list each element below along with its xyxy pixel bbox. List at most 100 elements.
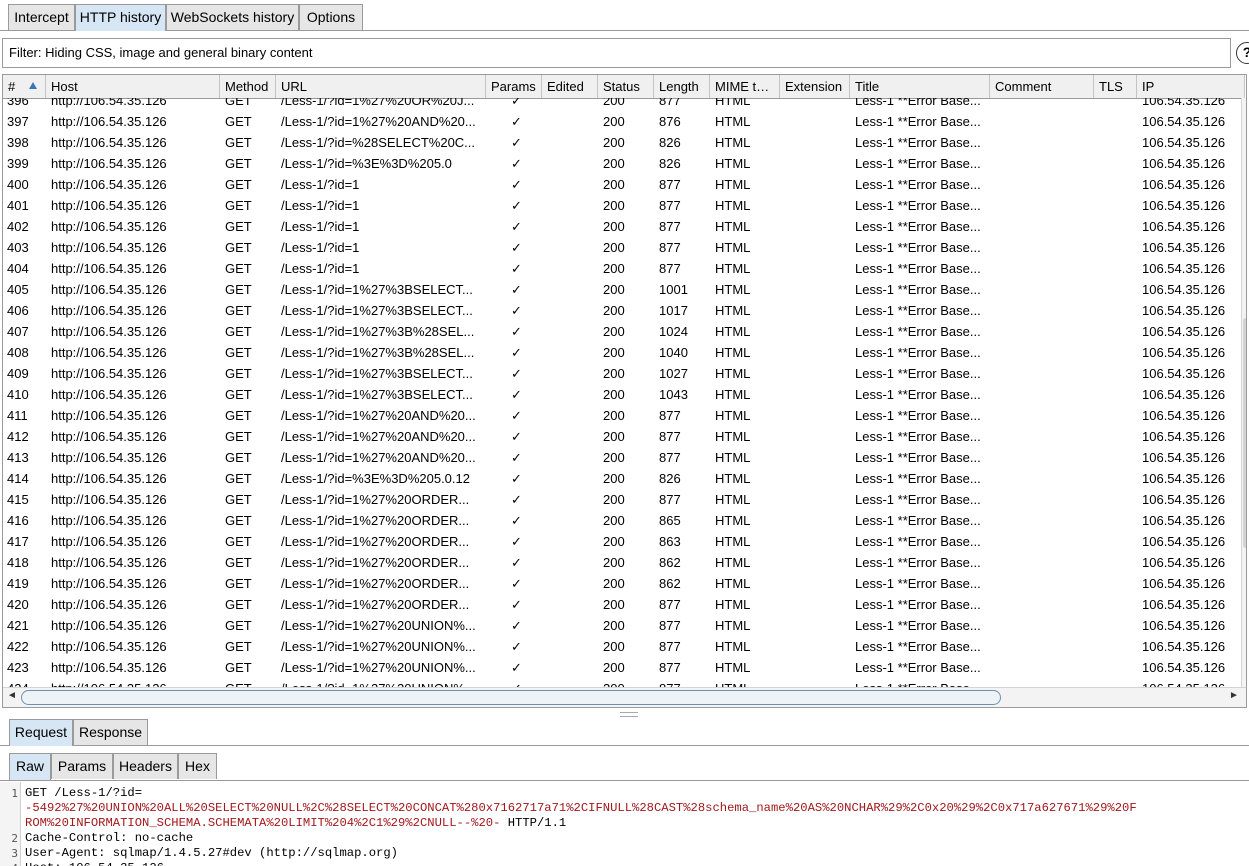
vertical-scroll-thumb[interactable] — [1243, 318, 1246, 548]
tab-params[interactable]: Params — [51, 753, 113, 779]
table-row[interactable]: 404 http://106.54.35.126 GET/Less-1/?id=1 ✓… — [3, 258, 1241, 279]
tab-http-history[interactable]: HTTP history — [75, 4, 166, 31]
cell-method: GET — [225, 387, 252, 402]
cell-tls — [1094, 98, 1137, 111]
horizontal-scroll-thumb[interactable] — [21, 690, 1001, 705]
column-header-status[interactable]: Status — [598, 75, 654, 98]
table-row[interactable]: 398 http://106.54.35.126 GET/Less-1/?id=%2… — [3, 132, 1241, 153]
cell-comment — [990, 678, 1094, 687]
filter-bar[interactable]: Filter: Hiding CSS, image and general bi… — [2, 38, 1231, 68]
tab-headers[interactable]: Headers — [113, 753, 178, 779]
scroll-right-icon[interactable]: ► — [1229, 690, 1239, 701]
tab-response[interactable]: Response — [73, 719, 148, 745]
tab-options[interactable]: Options — [299, 4, 363, 30]
cell-edited — [542, 195, 598, 216]
cell-tls — [1094, 447, 1137, 468]
cell-ext — [780, 363, 850, 384]
table-row[interactable]: 413 http://106.54.35.126 GET/Less-1/?id=1%… — [3, 447, 1241, 468]
column-header-method[interactable]: Method — [220, 75, 276, 98]
vertical-scrollbar[interactable] — [1241, 98, 1246, 687]
cell-method: GET — [225, 618, 252, 633]
table-row[interactable]: 406 http://106.54.35.126 GET/Less-1/?id=1%… — [3, 300, 1241, 321]
table-row[interactable]: 411 http://106.54.35.126 GET/Less-1/?id=1%… — [3, 405, 1241, 426]
table-row[interactable]: 415 http://106.54.35.126 GET/Less-1/?id=1%… — [3, 489, 1241, 510]
table-row[interactable]: 422 http://106.54.35.126 GET/Less-1/?id=1%… — [3, 636, 1241, 657]
cell-host: http://106.54.35.126 — [51, 198, 167, 213]
table-row[interactable]: 418 http://106.54.35.126 GET/Less-1/?id=1%… — [3, 552, 1241, 573]
table-row[interactable]: 396 http://106.54.35.126 GET/Less-1/?id=1%… — [3, 98, 1241, 111]
table-row[interactable]: 400 http://106.54.35.126 GET/Less-1/?id=1 ✓… — [3, 174, 1241, 195]
table-row[interactable]: 412 http://106.54.35.126 GET/Less-1/?id=1%… — [3, 426, 1241, 447]
table-row[interactable]: 409 http://106.54.35.126 GET/Less-1/?id=1%… — [3, 363, 1241, 384]
table-row[interactable]: 416 http://106.54.35.126 GET/Less-1/?id=1%… — [3, 510, 1241, 531]
table-row[interactable]: 403 http://106.54.35.126 GET/Less-1/?id=1 ✓… — [3, 237, 1241, 258]
column-header-params[interactable]: Params — [486, 75, 542, 98]
table-row[interactable]: 423 http://106.54.35.126 GET/Less-1/?id=1%… — [3, 657, 1241, 678]
cell-status: 200 — [603, 219, 625, 234]
raw-request-editor[interactable]: 1 2 3 4 GET /Less-1/?id=-5492%27%20UNION%20… — [0, 782, 1249, 866]
cell-num: 403 — [7, 240, 29, 255]
cell-host: http://106.54.35.126 — [51, 450, 167, 465]
cell-host: http://106.54.35.126 — [51, 261, 167, 276]
table-row[interactable]: 421 http://106.54.35.126 GET/Less-1/?id=1%… — [3, 615, 1241, 636]
column-header-title[interactable]: Title — [850, 75, 990, 98]
table-row[interactable]: 417 http://106.54.35.126 GET/Less-1/?id=1%… — [3, 531, 1241, 552]
cell-title: Less-1 **Error Base... — [855, 135, 981, 150]
cell-host: http://106.54.35.126 — [51, 114, 167, 129]
tab-hex[interactable]: Hex — [178, 753, 217, 779]
scroll-left-icon[interactable]: ◄ — [7, 690, 17, 701]
cell-num: 408 — [7, 345, 29, 360]
column-header-edited[interactable]: Edited — [542, 75, 598, 98]
cell-comment — [990, 447, 1094, 468]
cell-ip: 106.54.35.126 — [1142, 240, 1226, 255]
cell-num: 400 — [7, 177, 29, 192]
column-header-tls[interactable]: TLS — [1094, 75, 1137, 98]
table-row[interactable]: 397 http://106.54.35.126 GET/Less-1/?id=1%… — [3, 111, 1241, 132]
tab-websockets-history[interactable]: WebSockets history — [166, 4, 299, 30]
cell-mime: HTML — [715, 618, 751, 633]
table-row[interactable]: 405 http://106.54.35.126 GET/Less-1/?id=1%… — [3, 279, 1241, 300]
cell-ip: 106.54.35.126 — [1142, 282, 1226, 297]
request-text: Host: 106.54.35.126 — [25, 861, 164, 866]
table-row[interactable]: 408 http://106.54.35.126 GET/Less-1/?id=1%… — [3, 342, 1241, 363]
table-row[interactable]: 402 http://106.54.35.126 GET/Less-1/?id=1 ✓… — [3, 216, 1241, 237]
horizontal-scrollbar[interactable]: ◄ ► — [3, 687, 1246, 707]
column-header-num[interactable]: # — [3, 75, 46, 98]
cell-tls — [1094, 531, 1137, 552]
table-row[interactable]: 410 http://106.54.35.126 GET/Less-1/?id=1%… — [3, 384, 1241, 405]
cell-method: GET — [225, 282, 252, 297]
cell-ext — [780, 510, 850, 531]
cell-status: 200 — [603, 366, 625, 381]
column-header-host[interactable]: Host — [46, 75, 220, 98]
cell-tls — [1094, 384, 1137, 405]
table-row[interactable]: 420 http://106.54.35.126 GET/Less-1/?id=1%… — [3, 594, 1241, 615]
table-row[interactable]: 419 http://106.54.35.126 GET/Less-1/?id=1%… — [3, 573, 1241, 594]
column-header-ext[interactable]: Extension — [780, 75, 850, 98]
column-header-ip[interactable]: IP — [1137, 75, 1245, 98]
table-row[interactable]: 407 http://106.54.35.126 GET/Less-1/?id=1%… — [3, 321, 1241, 342]
cell-ext — [780, 342, 850, 363]
cell-length: 877 — [659, 429, 681, 444]
cell-comment — [990, 342, 1094, 363]
splitter-grip-icon[interactable] — [620, 712, 638, 717]
line-number: 4 — [0, 862, 18, 866]
table-row[interactable]: 414 http://106.54.35.126 GET/Less-1/?id=%3… — [3, 468, 1241, 489]
pane-splitter[interactable] — [0, 709, 1249, 717]
cell-ip: 106.54.35.126 — [1142, 408, 1226, 423]
cell-method: GET — [225, 408, 252, 423]
table-row[interactable]: 401 http://106.54.35.126 GET/Less-1/?id=1 ✓… — [3, 195, 1241, 216]
tab-request[interactable]: Request — [9, 719, 73, 746]
column-header-comment[interactable]: Comment — [990, 75, 1094, 98]
table-row[interactable]: 424http://106.54.35.126GET/Less-1/?id=1%… — [3, 678, 1241, 687]
cell-mime: HTML — [715, 555, 751, 570]
cell-title: Less-1 **Error Base... — [855, 303, 981, 318]
detail-tab-bar: Request Response — [0, 718, 1249, 746]
column-header-mime[interactable]: MIME t… — [710, 75, 780, 98]
table-row[interactable]: 399 http://106.54.35.126 GET/Less-1/?id=%3… — [3, 153, 1241, 174]
tab-raw[interactable]: Raw — [9, 753, 51, 780]
cell-tls — [1094, 468, 1137, 489]
tab-intercept[interactable]: Intercept — [8, 4, 75, 30]
column-header-length[interactable]: Length — [654, 75, 710, 98]
help-icon[interactable]: ? — [1236, 42, 1249, 64]
column-header-url[interactable]: URL — [276, 75, 486, 98]
